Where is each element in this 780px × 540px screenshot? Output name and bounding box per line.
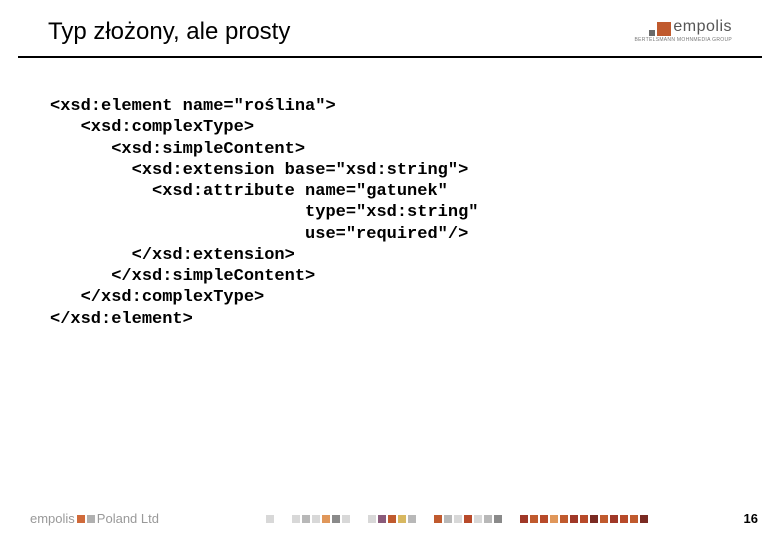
code-line: use="required"/> — [50, 225, 468, 244]
deco-square-icon — [610, 515, 618, 523]
deco-square-icon — [368, 515, 376, 523]
deco-square-icon — [530, 515, 538, 523]
code-block: <xsd:element name="roślina"> <xsd:comple… — [50, 96, 730, 330]
footer-decoration — [179, 515, 736, 523]
deco-square-icon — [620, 515, 628, 523]
deco-square-icon — [590, 515, 598, 523]
code-line: </xsd:extension> — [50, 246, 295, 265]
slide-content: <xsd:element name="roślina"> <xsd:comple… — [0, 58, 780, 330]
deco-square-icon — [292, 515, 300, 523]
deco-square-icon — [434, 515, 442, 523]
code-line: <xsd:extension base="xsd:string"> — [50, 161, 468, 180]
logo-mark-row: empolis — [649, 18, 732, 36]
code-line: <xsd:element name="roślina"> — [50, 97, 336, 116]
footer-square-grey-icon — [87, 515, 95, 523]
deco-square-icon — [484, 515, 492, 523]
deco-square-icon — [550, 515, 558, 523]
deco-square-icon — [600, 515, 608, 523]
logo-square-small-icon — [649, 30, 655, 36]
logo-text: empolis — [673, 18, 732, 36]
deco-square-icon — [322, 515, 330, 523]
logo-subtitle: BERTELSMANN MOHNMEDIA GROUP — [635, 37, 732, 43]
deco-square-icon — [378, 515, 386, 523]
brand-logo: empolis BERTELSMANN MOHNMEDIA GROUP — [635, 18, 732, 43]
code-line: </xsd:element> — [50, 310, 193, 329]
code-line: </xsd:complexType> — [50, 288, 264, 307]
deco-square-icon — [580, 515, 588, 523]
deco-square-icon — [388, 515, 396, 523]
code-line: </xsd:simpleContent> — [50, 267, 315, 286]
footer-brand-text-1: empolis — [30, 511, 75, 526]
page-number: 16 — [744, 511, 758, 526]
code-line: <xsd:attribute name="gatunek" — [50, 182, 448, 201]
deco-square-icon — [332, 515, 340, 523]
footer-brand-text-2: Poland Ltd — [97, 511, 159, 526]
deco-square-icon — [494, 515, 502, 523]
deco-square-icon — [454, 515, 462, 523]
deco-square-icon — [266, 515, 274, 523]
footer-brand: empolis Poland Ltd — [30, 511, 159, 526]
slide-header: Typ złożony, ale prosty empolis BERTELSM… — [18, 0, 762, 58]
slide-footer: empolis Poland Ltd — [0, 511, 780, 526]
deco-square-icon — [408, 515, 416, 523]
deco-square-icon — [570, 515, 578, 523]
logo-square-big-icon — [657, 22, 671, 36]
deco-square-icon — [520, 515, 528, 523]
deco-square-icon — [640, 515, 648, 523]
code-line: <xsd:complexType> — [50, 118, 254, 137]
deco-square-icon — [474, 515, 482, 523]
deco-square-icon — [560, 515, 568, 523]
deco-square-icon — [630, 515, 638, 523]
code-line: type="xsd:string" — [50, 203, 478, 222]
deco-square-icon — [540, 515, 548, 523]
deco-square-icon — [398, 515, 406, 523]
slide-title: Typ złożony, ale prosty — [48, 18, 290, 46]
deco-square-icon — [342, 515, 350, 523]
deco-square-icon — [312, 515, 320, 523]
footer-square-orange-icon — [77, 515, 85, 523]
deco-square-icon — [302, 515, 310, 523]
deco-square-icon — [444, 515, 452, 523]
deco-square-icon — [464, 515, 472, 523]
code-line: <xsd:simpleContent> — [50, 140, 305, 159]
